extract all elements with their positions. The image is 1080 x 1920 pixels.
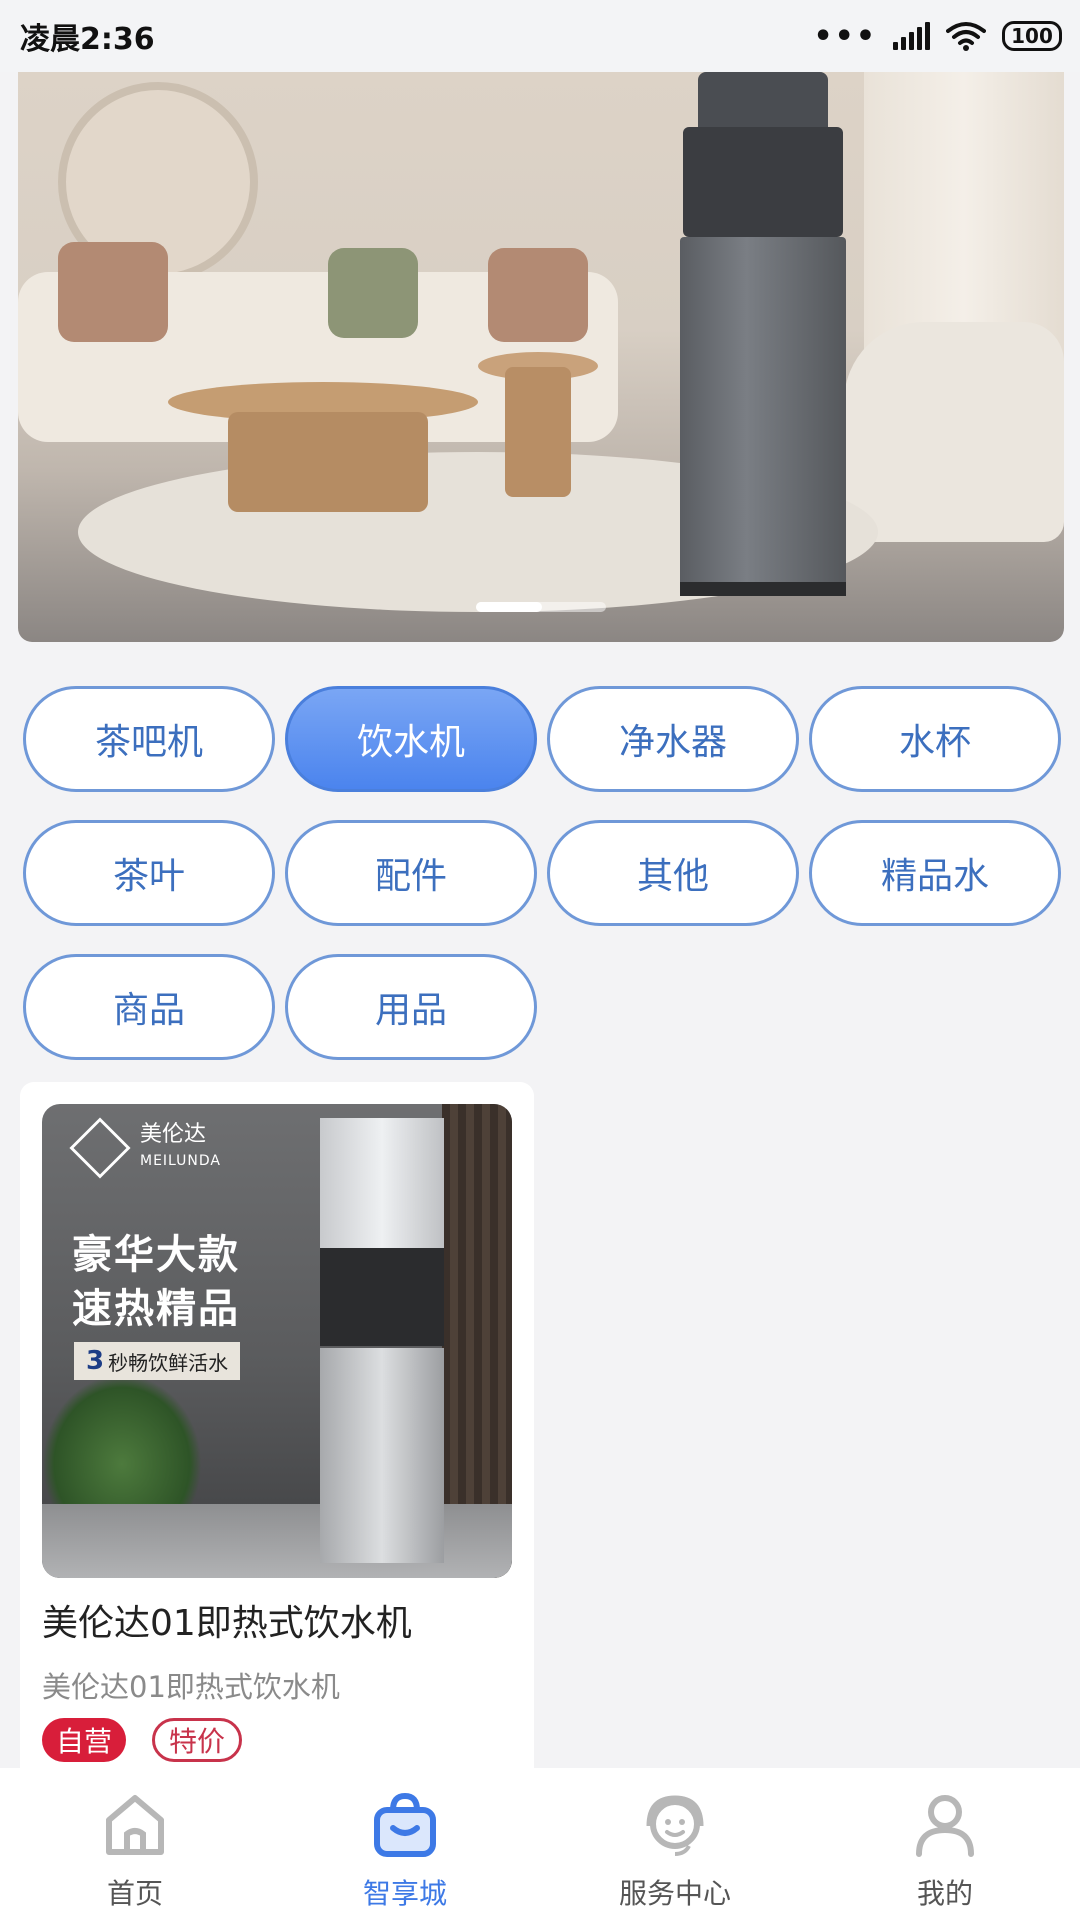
product-subtitle: 美伦达01即热式饮水机 (42, 1670, 340, 1704)
bottom-tab-bar: 首页 智享城 服务中心 我的 (0, 1768, 1080, 1920)
tab-home[interactable]: 首页 (0, 1768, 270, 1920)
category-chip[interactable]: 商品 (23, 954, 275, 1060)
product-image[interactable]: 美伦达 MEILUNDA 豪华大款 速热精品 3 秒畅饮鲜活水 (42, 1104, 512, 1578)
tab-label: 智享城 (362, 1877, 447, 1910)
banner-carousel[interactable] (18, 72, 1064, 642)
category-chip[interactable]: 其他 (547, 820, 799, 926)
brand-logo: 美伦达 MEILUNDA (69, 1117, 221, 1179)
banner-product-image (680, 237, 846, 587)
shopping-bag-icon (367, 1786, 443, 1862)
dispenser-graphic (320, 1118, 444, 1248)
product-title[interactable]: 美伦达01即热式饮水机 (42, 1594, 412, 1646)
category-chip-active[interactable]: 饮水机 (285, 686, 537, 792)
banner-product-image (680, 582, 846, 596)
status-icons: ••• 100 (813, 19, 1062, 54)
status-time: 凌晨2:36 (20, 22, 155, 57)
brand-name-en: MEILUNDA (140, 1153, 221, 1169)
customer-service-icon (637, 1786, 713, 1862)
tab-label: 我的 (916, 1877, 973, 1910)
banner-decor (505, 367, 571, 497)
brand-logo-icon (69, 1117, 131, 1179)
self-operated-badge: 自营 (42, 1718, 127, 1762)
category-chip[interactable]: 配件 (285, 820, 537, 926)
tab-profile[interactable]: 我的 (810, 1768, 1080, 1920)
product-slogan: 豪华大款 (72, 1232, 240, 1278)
tab-label: 服务中心 (618, 1877, 731, 1910)
brand-name-cn: 美伦达 (140, 1122, 207, 1147)
product-badges: 自营 特价 (42, 1718, 243, 1762)
special-price-badge: 特价 (152, 1718, 243, 1762)
product-card[interactable]: 美伦达 MEILUNDA 豪华大款 速热精品 3 秒畅饮鲜活水 美伦达01即热式… (20, 1082, 534, 1782)
category-chip[interactable]: 水杯 (809, 686, 1061, 792)
category-chip[interactable]: 净水器 (547, 686, 799, 792)
tagline-text: 秒畅饮鲜活水 (108, 1350, 229, 1375)
tab-label: 首页 (106, 1877, 163, 1910)
banner-decor (228, 412, 428, 512)
banner-product-image (698, 72, 828, 127)
user-icon (907, 1786, 983, 1862)
tagline-number: 3 (86, 1346, 105, 1376)
signal-icon (893, 22, 930, 50)
banner-decor (328, 248, 418, 338)
category-chip[interactable]: 茶叶 (23, 820, 275, 926)
carousel-indicator-active (476, 602, 542, 612)
dispenser-graphic (320, 1348, 444, 1563)
banner-product-image (683, 127, 843, 237)
category-list: 茶吧机 饮水机 净水器 水杯 茶叶 配件 其他 精品水 商品 用品 (23, 686, 1063, 1060)
more-dots-icon: ••• (813, 18, 877, 54)
category-chip[interactable]: 用品 (285, 954, 537, 1060)
banner-decor (844, 322, 1064, 542)
banner-decor (488, 248, 588, 342)
battery-icon: 100 (1002, 21, 1062, 51)
tab-service-center[interactable]: 服务中心 (540, 1768, 810, 1920)
wifi-icon (946, 22, 986, 51)
banner-decor (58, 242, 168, 342)
carousel-indicator (476, 602, 606, 612)
tab-mall[interactable]: 智享城 (270, 1768, 540, 1920)
product-slogan: 速热精品 (72, 1286, 240, 1332)
product-tagline: 3 秒畅饮鲜活水 (74, 1342, 241, 1380)
category-chip[interactable]: 精品水 (809, 820, 1061, 926)
home-icon (97, 1786, 173, 1862)
dispenser-graphic (320, 1248, 444, 1346)
status-bar: 凌晨2:36 ••• 100 (0, 0, 1080, 72)
category-chip[interactable]: 茶吧机 (23, 686, 275, 792)
